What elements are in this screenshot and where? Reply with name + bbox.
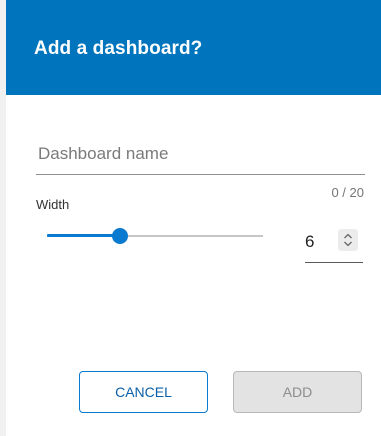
width-slider[interactable] [47,228,263,244]
cancel-button[interactable]: CANCEL [79,371,208,413]
width-stepper[interactable]: 6 [305,226,363,263]
dialog-header: Add a dashboard? [6,0,381,95]
dialog-title: Add a dashboard? [34,38,203,59]
slider-fill [47,234,120,237]
slider-thumb[interactable] [112,228,128,244]
width-label: Width [36,197,70,212]
add-button[interactable]: ADD [233,371,362,413]
character-counter: 0 / 20 [331,185,364,200]
dashboard-name-field [36,134,365,176]
width-value[interactable]: 6 [305,232,314,252]
add-dashboard-dialog: Add a dashboard? 0 / 20 Width 6 CANCEL A… [0,0,381,436]
dashboard-name-input[interactable] [36,134,365,175]
up-down-chevron-icon[interactable] [338,229,358,251]
